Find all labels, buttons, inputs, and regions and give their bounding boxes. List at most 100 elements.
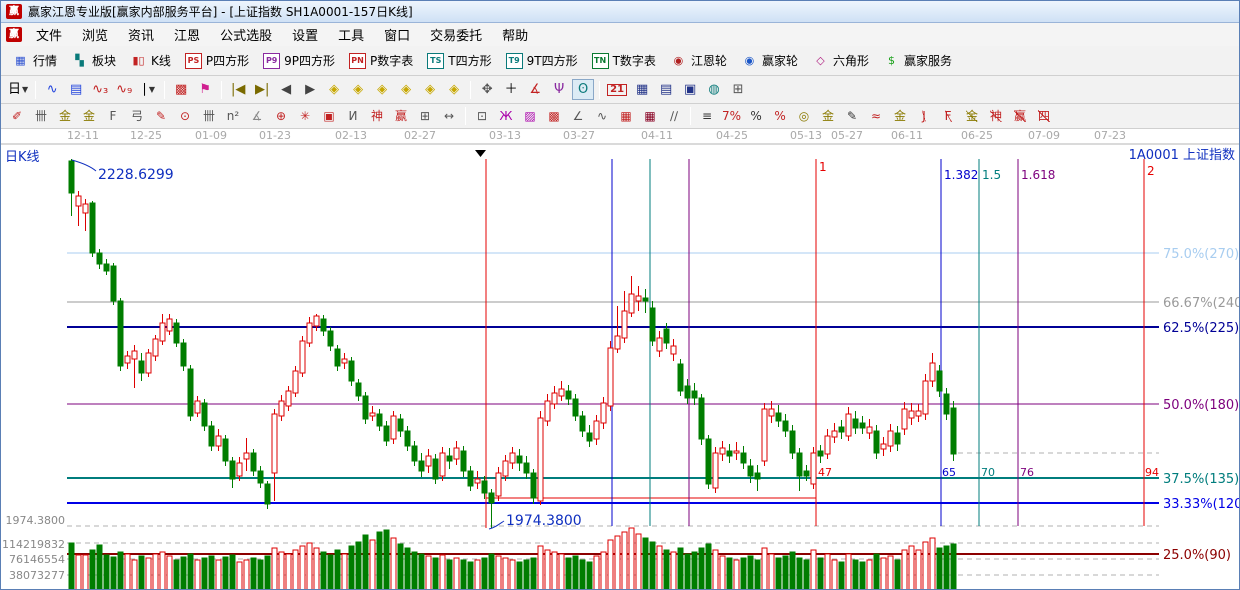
wave-line-tool[interactable]: ≈ bbox=[865, 107, 887, 126]
window-title: 赢家江恩专业版[赢家内部服务平台] - [上证指数 SH1A0001-157日K… bbox=[28, 3, 413, 20]
shen-tool[interactable]: 神 bbox=[366, 107, 388, 126]
gann-arrow-left-icon[interactable]: ◈ bbox=[323, 79, 345, 100]
four-angle-tool[interactable]: 四 bbox=[1033, 107, 1055, 126]
fib-lines-tool[interactable]: F bbox=[102, 107, 124, 126]
gann-percent-label: 62.5%(225) bbox=[1163, 321, 1239, 336]
crosshair-icon[interactable]: ＋ bbox=[500, 79, 522, 100]
web-icon[interactable]: ◍ bbox=[703, 79, 725, 100]
ray-tool[interactable]: ∠ bbox=[567, 107, 589, 126]
percent7-tool[interactable]: 7% bbox=[720, 107, 743, 126]
percent-tool[interactable]: % bbox=[745, 107, 767, 126]
next-page-icon[interactable]: ▶ bbox=[299, 79, 321, 100]
fractal-icon[interactable]: ʘ bbox=[572, 79, 594, 100]
toolbar-9t-square[interactable]: T99T四方形 bbox=[499, 50, 585, 71]
toolbar-t-square[interactable]: TST四方形 bbox=[420, 50, 498, 71]
ladder-tool[interactable]: ≡ bbox=[696, 107, 718, 126]
calendar-icon[interactable]: 21 bbox=[605, 79, 629, 100]
menu-item-10[interactable]: 帮助 bbox=[492, 23, 538, 46]
last-page-icon[interactable]: ▶| bbox=[251, 79, 273, 100]
gann-arrow-in-icon[interactable]: ◈ bbox=[395, 79, 417, 100]
toolbar-kline[interactable]: ▮▯K线 bbox=[123, 50, 178, 71]
toolbar-hexagon[interactable]: ◇六角形 bbox=[805, 50, 876, 71]
gann-arrow-all-icon[interactable]: ◈ bbox=[443, 79, 465, 100]
info-list-icon[interactable]: ▤ bbox=[65, 79, 87, 100]
notes-icon[interactable]: ▤ bbox=[655, 79, 677, 100]
width-arrow-tool[interactable]: ↔ bbox=[438, 107, 460, 126]
toolbar-sectors[interactable]: ▚板块 bbox=[64, 50, 123, 71]
pencil-tool[interactable]: ✐ bbox=[6, 107, 28, 126]
win-tool[interactable]: 赢 bbox=[390, 107, 412, 126]
square-n2-tool[interactable]: n² bbox=[222, 107, 244, 126]
gold-line-tool[interactable]: 金 bbox=[817, 107, 839, 126]
toolbar-quotes[interactable]: ▦行情 bbox=[5, 50, 64, 71]
percent-line-tool[interactable]: % bbox=[769, 107, 791, 126]
volume-bar bbox=[496, 556, 501, 589]
angle-measure-icon[interactable]: ∡ bbox=[524, 79, 546, 100]
gann-arrow-h-icon[interactable]: ◈ bbox=[371, 79, 393, 100]
j-angle-tool[interactable]: J bbox=[913, 107, 935, 126]
toolbar-winner-wheel[interactable]: ◉赢家轮 bbox=[734, 50, 805, 71]
gann-arrow-v-icon[interactable]: ◈ bbox=[419, 79, 441, 100]
save-icon[interactable]: ▣ bbox=[679, 79, 701, 100]
toolbar-9p-square[interactable]: P99P四方形 bbox=[256, 50, 342, 71]
period-selector[interactable]: 日▼ bbox=[6, 79, 30, 100]
f-angle-tool[interactable]: F bbox=[937, 107, 959, 126]
purple-box-tool[interactable]: ▨ bbox=[519, 107, 541, 126]
menu-item-1[interactable]: 文件 bbox=[26, 23, 72, 46]
menu-item-3[interactable]: 资讯 bbox=[118, 23, 164, 46]
shen-angle-tool[interactable]: 神 bbox=[985, 107, 1007, 126]
gann-arrow-right-icon[interactable]: ◈ bbox=[347, 79, 369, 100]
wave-mark-tool[interactable]: И bbox=[342, 107, 364, 126]
gold-grid2-tool[interactable]: 金 bbox=[78, 107, 100, 126]
wave-9-icon[interactable]: ∿₉ bbox=[113, 79, 135, 100]
menu-item-8[interactable]: 窗口 bbox=[374, 23, 420, 46]
prev-page-icon[interactable]: ◀ bbox=[275, 79, 297, 100]
candle-style-icon[interactable]: ∣▼ bbox=[137, 79, 159, 100]
gann-flower-icon[interactable]: Ψ bbox=[548, 79, 570, 100]
pan-hand-icon[interactable]: ✥ bbox=[476, 79, 498, 100]
time-lines-tool[interactable]: 卌 bbox=[198, 107, 220, 126]
menu-item-9[interactable]: 交易委托 bbox=[420, 23, 492, 46]
toolbar-gann-wheel[interactable]: ◉江恩轮 bbox=[663, 50, 734, 71]
trend-chart-icon[interactable]: ∿ bbox=[41, 79, 63, 100]
gann-circle-tool[interactable]: ⊕ bbox=[270, 107, 292, 126]
menu-item-5[interactable]: 公式选股 bbox=[210, 23, 282, 46]
protractor-tool[interactable]: ∡ bbox=[246, 107, 268, 126]
number-grid-tool[interactable]: ⊞ bbox=[414, 107, 436, 126]
device-icon[interactable]: ⊞ bbox=[727, 79, 749, 100]
calculator-icon[interactable]: ▦ bbox=[631, 79, 653, 100]
gold-box-tool[interactable]: 金 bbox=[889, 107, 911, 126]
win-angle-tool[interactable]: 赢 bbox=[1009, 107, 1031, 126]
pen2-tool[interactable]: ✎ bbox=[841, 107, 863, 126]
gold-ring-tool[interactable]: ◎ bbox=[793, 107, 815, 126]
brush-tool[interactable]: ✎ bbox=[150, 107, 172, 126]
gann-box-tool[interactable]: ▣ bbox=[318, 107, 340, 126]
star-rays-tool[interactable]: ✳ bbox=[294, 107, 316, 126]
flag-icon[interactable]: ⚑ bbox=[194, 79, 216, 100]
grid-dark-tool[interactable]: ▦ bbox=[639, 107, 661, 126]
cycle-clock-tool[interactable]: ⊙ bbox=[174, 107, 196, 126]
grid-lines-tool[interactable]: 卌 bbox=[30, 107, 52, 126]
zigzag-tool[interactable]: ∿ bbox=[591, 107, 613, 126]
purple-rays-tool[interactable]: Ж bbox=[495, 107, 517, 126]
grid-red-tool[interactable]: ▦ bbox=[615, 107, 637, 126]
toolbar-t-number[interactable]: TNT数字表 bbox=[585, 50, 663, 71]
wave-3-icon[interactable]: ∿₃ bbox=[89, 79, 111, 100]
red-box-tool[interactable]: ▩ bbox=[543, 107, 565, 126]
notes-glyph: ▤ bbox=[660, 83, 672, 96]
menu-item-2[interactable]: 浏览 bbox=[72, 23, 118, 46]
first-page-icon[interactable]: |◀ bbox=[227, 79, 249, 100]
toolbar-p-square[interactable]: PSP四方形 bbox=[178, 50, 256, 71]
toolbar-winner-service[interactable]: $赢家服务 bbox=[876, 50, 959, 71]
rect-select-tool[interactable]: ⊡ bbox=[471, 107, 493, 126]
arc-tool[interactable]: 弓 bbox=[126, 107, 148, 126]
toolbar-p-number[interactable]: PNP数字表 bbox=[342, 50, 420, 71]
candlestick-chart[interactable]: 12-1112-2501-0901-2302-1302-2703-1303-27… bbox=[1, 129, 1239, 589]
parallel-tool[interactable]: ∕∕ bbox=[663, 107, 685, 126]
menu-item-4[interactable]: 江恩 bbox=[164, 23, 210, 46]
gold-angle-tool[interactable]: 金 bbox=[961, 107, 983, 126]
pattern-box-icon[interactable]: ▩ bbox=[170, 79, 192, 100]
menu-item-6[interactable]: 设置 bbox=[282, 23, 328, 46]
menu-item-7[interactable]: 工具 bbox=[328, 23, 374, 46]
gold-grid-tool[interactable]: 金 bbox=[54, 107, 76, 126]
